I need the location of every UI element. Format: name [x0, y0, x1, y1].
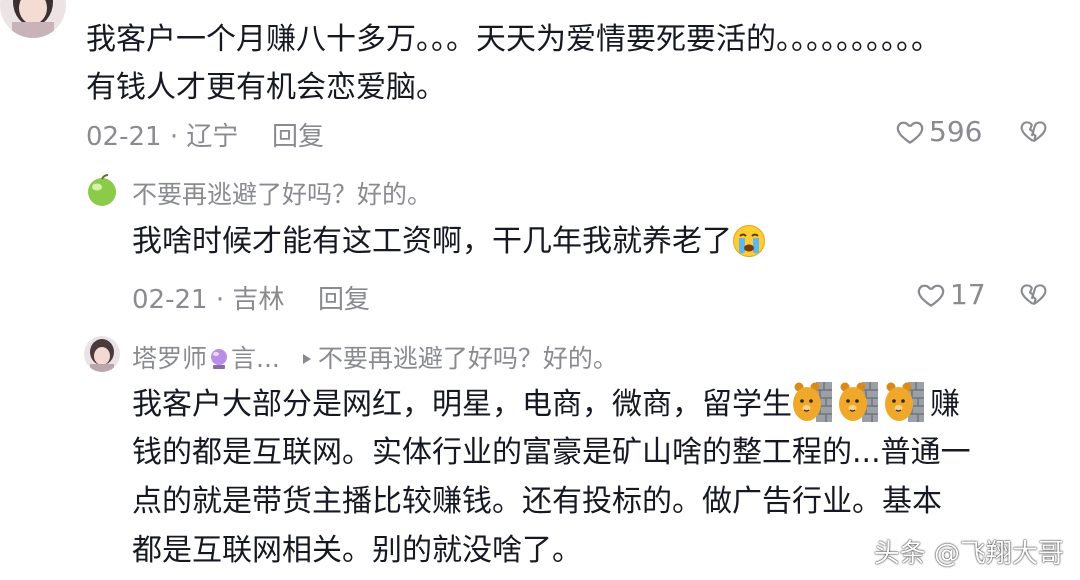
like-count: 17 [950, 278, 986, 311]
reply-arrow-icon [302, 354, 311, 364]
avatar-image [0, 0, 66, 38]
comment-username[interactable]: 塔罗师 [132, 344, 207, 373]
crying-face-icon [733, 225, 765, 257]
comment-username-row: 塔罗师 言... 不要再逃避了好吗？好的。 [132, 339, 618, 375]
comment-date-location: 02-21 · 辽宁 [86, 122, 239, 152]
avatar-image [84, 336, 120, 372]
watermark: 头条 @飞翔大哥 [873, 539, 1064, 569]
reply-to-username[interactable]: 不要再逃避了好吗？好的。 [318, 344, 618, 373]
user-avatar[interactable] [84, 172, 120, 208]
comment-body-line: 我客户大部分是网红，明星，电商，微商，留学生 赚 [132, 380, 960, 429]
comment-thread: 我客户一个月赚八十多万。。。天天为爱情要死要活的。。。。。。。。。。 有钱人才更… [0, 0, 1080, 580]
comment-username-suffix: 言... [231, 344, 280, 373]
user-avatar[interactable] [0, 0, 66, 38]
broken-heart-icon[interactable] [1019, 117, 1047, 145]
comment-body-line: 点的就是带货主播比较赚钱。还有投标的。做广告行业。基本 [132, 484, 942, 519]
like-count: 596 [929, 115, 983, 148]
comment-body: 我啥时候才能有这工资啊，干几年我就养老了 [132, 218, 766, 266]
comment-body-line: 有钱人才更有机会恋爱脑。 [86, 70, 446, 105]
comment-body-text: 我啥时候才能有这工资啊，干几年我就养老了 [132, 224, 732, 259]
comment-body-line: 我客户一个月赚八十多万。。。天天为爱情要死要活的。。。。。。。。。。 [86, 22, 941, 57]
comment-body-tail: 赚 [930, 387, 960, 422]
broken-heart-icon[interactable] [1019, 280, 1047, 308]
comment-body-line: 钱的都是互联网。实体行业的富豪是矿山啥的整工程的...普通一 [132, 435, 971, 470]
like-button[interactable]: 596 [895, 115, 982, 148]
reply-button[interactable]: 回复 [272, 116, 324, 153]
like-button[interactable]: 17 [916, 278, 986, 311]
bear-wall-sticker [885, 382, 924, 422]
bear-wall-sticker [839, 382, 878, 422]
heart-outline-icon [896, 121, 924, 144]
user-avatar[interactable] [84, 336, 120, 372]
comment-username[interactable]: 不要再逃避了好吗？好的。 [132, 175, 432, 211]
reply-button[interactable]: 回复 [318, 279, 370, 316]
comment-date-location: 02-21 · 吉林 [132, 285, 285, 315]
green-apple-icon [84, 172, 120, 208]
bear-wall-sticker [793, 382, 832, 422]
crystal-ball-icon [211, 349, 228, 369]
sticker-group [792, 382, 930, 422]
heart-outline-icon [917, 284, 945, 307]
comment-body-line: 都是互联网相关。别的就没啥了。 [132, 533, 582, 568]
comment-body-text: 我客户大部分是网红，明星，电商，微商，留学生 [132, 387, 792, 422]
